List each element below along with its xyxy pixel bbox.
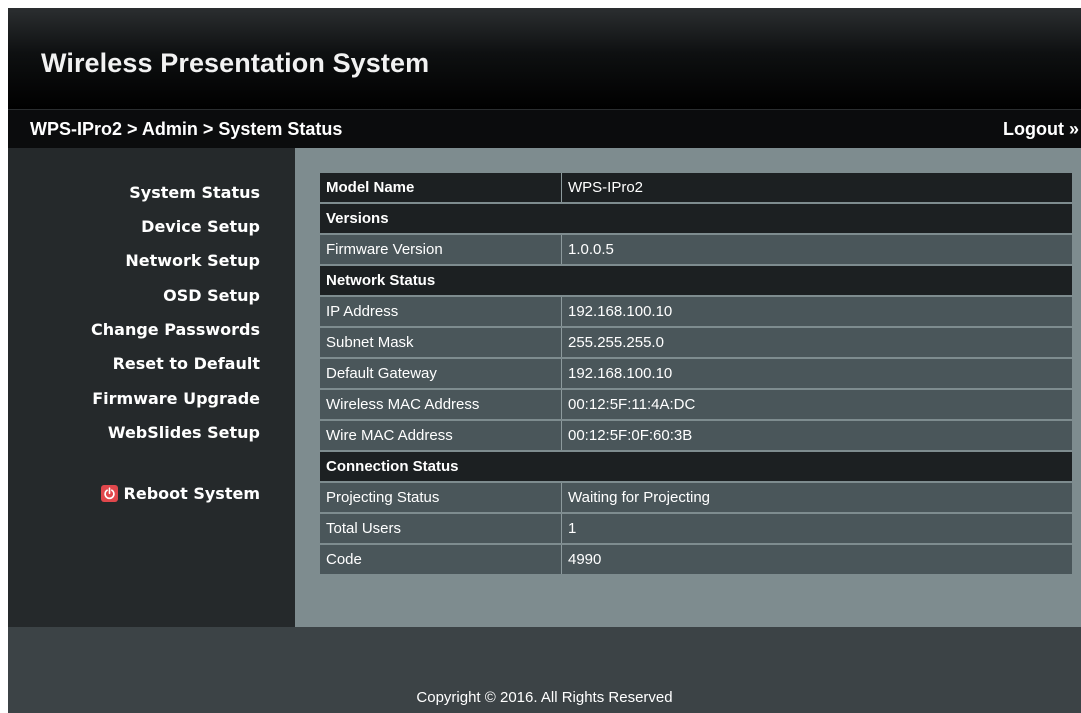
table-row: IP Address 192.168.100.10 [320, 297, 1072, 326]
versions-section-header: Versions [320, 204, 1072, 233]
firmware-version-value: 1.0.0.5 [562, 235, 1072, 264]
system-status-table: Model Name WPS-IPro2 Versions Firmware V… [320, 171, 1072, 576]
header-banner: Wireless Presentation System [8, 8, 1081, 109]
model-name-value: WPS-IPro2 [562, 173, 1072, 202]
reboot-label: Reboot System [123, 484, 260, 503]
sidebar-item-reset-to-default[interactable]: Reset to Default [113, 354, 260, 373]
network-status-section-header: Network Status [320, 266, 1072, 295]
table-row: Network Status [320, 266, 1072, 295]
sidebar-item-device-setup[interactable]: Device Setup [141, 217, 260, 236]
breadcrumb: WPS-IPro2 > Admin > System Status [30, 119, 343, 139]
ip-address-value: 192.168.100.10 [562, 297, 1072, 326]
table-row: Wireless MAC Address 00:12:5F:11:4A:DC [320, 390, 1072, 419]
subnet-mask-label: Subnet Mask [320, 328, 562, 357]
default-gateway-label: Default Gateway [320, 359, 562, 388]
projecting-status-value: Waiting for Projecting [562, 483, 1072, 512]
sidebar-item-change-passwords[interactable]: Change Passwords [91, 320, 260, 339]
total-users-value: 1 [562, 514, 1072, 543]
logout-link[interactable]: Logout » [1003, 119, 1079, 140]
copyright-text: Copyright © 2016. All Rights Reserved [416, 689, 673, 706]
table-row: Total Users 1 [320, 514, 1072, 543]
app-frame: Wireless Presentation System WPS-IPro2 >… [8, 8, 1081, 713]
app-title: Wireless Presentation System [41, 48, 430, 78]
table-row: Code 4990 [320, 545, 1072, 574]
code-label: Code [320, 545, 562, 574]
table-row: Versions [320, 204, 1072, 233]
sidebar-item-firmware-upgrade[interactable]: Firmware Upgrade [92, 389, 260, 408]
subnet-mask-value: 255.255.255.0 [562, 328, 1072, 357]
wire-mac-label: Wire MAC Address [320, 421, 562, 450]
sidebar-item-webslides-setup[interactable]: WebSlides Setup [108, 423, 260, 442]
projecting-status-label: Projecting Status [320, 483, 562, 512]
reboot-system-button[interactable]: Reboot System [100, 484, 260, 503]
wire-mac-value: 00:12:5F:0F:60:3B [562, 421, 1072, 450]
firmware-version-label: Firmware Version [320, 235, 562, 264]
nav-bar: WPS-IPro2 > Admin > System Status Logout… [8, 109, 1081, 148]
sidebar-item-system-status[interactable]: System Status [129, 183, 260, 202]
model-name-label: Model Name [320, 173, 562, 202]
table-row: Default Gateway 192.168.100.10 [320, 359, 1072, 388]
connection-status-section-header: Connection Status [320, 452, 1072, 481]
table-row: Wire MAC Address 00:12:5F:0F:60:3B [320, 421, 1072, 450]
total-users-label: Total Users [320, 514, 562, 543]
wireless-mac-label: Wireless MAC Address [320, 390, 562, 419]
default-gateway-value: 192.168.100.10 [562, 359, 1072, 388]
ip-address-label: IP Address [320, 297, 562, 326]
sidebar-item-network-setup[interactable]: Network Setup [125, 251, 260, 270]
table-row: Connection Status [320, 452, 1072, 481]
wireless-mac-value: 00:12:5F:11:4A:DC [562, 390, 1072, 419]
table-row: Projecting Status Waiting for Projecting [320, 483, 1072, 512]
sidebar: System Status Device Setup Network Setup… [8, 148, 295, 627]
code-value: 4990 [562, 545, 1072, 574]
main-content: Model Name WPS-IPro2 Versions Firmware V… [295, 148, 1081, 627]
table-row: Subnet Mask 255.255.255.0 [320, 328, 1072, 357]
table-row: Model Name WPS-IPro2 [320, 173, 1072, 202]
table-row: Firmware Version 1.0.0.5 [320, 235, 1072, 264]
footer: Copyright © 2016. All Rights Reserved [8, 627, 1081, 713]
sidebar-item-osd-setup[interactable]: OSD Setup [163, 286, 260, 305]
power-icon [100, 485, 118, 502]
